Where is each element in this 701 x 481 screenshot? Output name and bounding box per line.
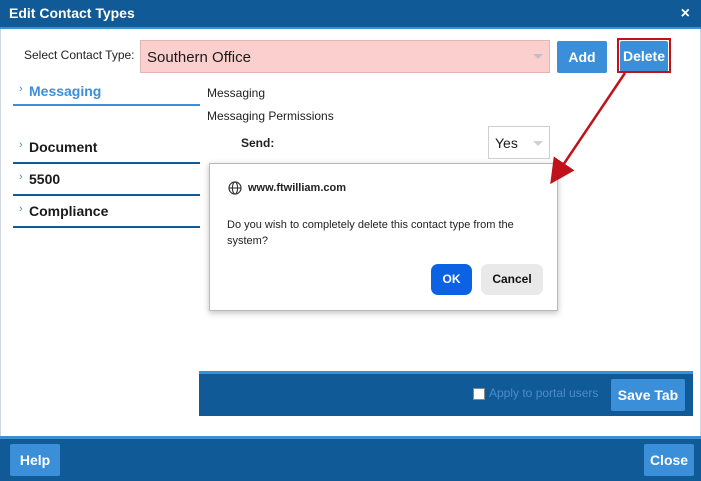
annotation-arrow (550, 72, 627, 185)
